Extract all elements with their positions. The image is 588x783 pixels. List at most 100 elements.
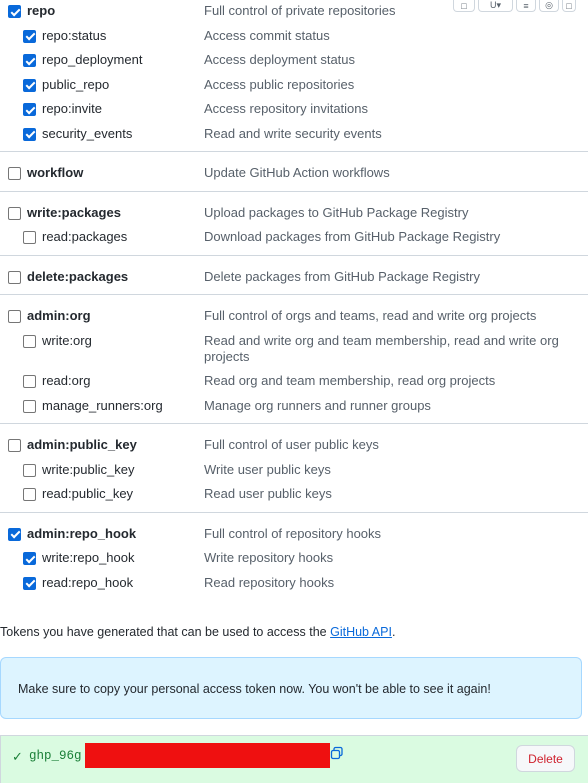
scope-row: read:repo_hook Read repository hooks	[0, 572, 588, 597]
redaction-bar	[85, 743, 330, 768]
scope-name[interactable]: read:org	[42, 373, 90, 388]
scope-description: Full control of private repositories	[204, 3, 396, 18]
scope-group-admin-repo-hook: admin:repo_hook Full control of repositor…	[0, 513, 588, 601]
scope-description: Access repository invitations	[204, 101, 369, 116]
scope-row: write:public_key Write user public keys	[0, 459, 588, 484]
scope-row: admin:repo_hook Full control of repositor…	[0, 523, 588, 548]
scope-name[interactable]: admin:repo_hook	[27, 526, 136, 541]
delete-button[interactable]: Delete	[516, 745, 575, 772]
scope-row: public_repo Access public repositories	[0, 74, 588, 99]
scope-group-delete-packages: delete:packages Delete packages from GitH…	[0, 256, 588, 295]
scope-description: Read repository hooks	[204, 574, 335, 590]
scope-description: Access deployment status	[204, 52, 356, 67]
api-note: Tokens you have generated that can be us…	[0, 625, 395, 639]
scope-row: manage_runners:org Manage org runners and…	[0, 395, 588, 420]
api-note-text: Tokens you have generated that can be us…	[0, 625, 331, 639]
scope-group-admin-org: admin:org Full control of orgs and teams,…	[0, 295, 588, 424]
scope-description: Write repository hooks	[204, 550, 334, 565]
scope-description: Upload packages to GitHub Package Regist…	[204, 204, 469, 220]
scope-description: Full control of user public keys	[204, 437, 379, 452]
scope-name[interactable]: delete:packages	[27, 269, 128, 284]
scope-group-workflow: workflow Update GitHub Action workflows	[0, 152, 588, 192]
scope-name[interactable]: read:packages	[42, 229, 127, 244]
token-row: ✓ ghp_96g Delete	[0, 735, 588, 783]
scope-checkbox[interactable]	[23, 78, 36, 92]
token-value[interactable]: ghp_96g	[29, 749, 82, 763]
scope-group-write-packages: write:packages Upload packages to GitHub …	[0, 192, 588, 256]
scope-checkbox[interactable]	[23, 399, 36, 413]
scope-description: Delete packages from GitHub Package Regi…	[204, 268, 481, 284]
scope-checkbox[interactable]	[8, 439, 21, 452]
github-api-link[interactable]: GitHub API	[330, 625, 392, 639]
scope-description: Read user public keys	[204, 486, 332, 501]
scope-name[interactable]: admin:org	[27, 308, 91, 323]
scope-checkbox[interactable]	[8, 310, 21, 323]
scope-name[interactable]: repo	[27, 3, 55, 18]
copy-icon[interactable]	[330, 746, 344, 760]
scope-name[interactable]: security_events	[42, 126, 132, 141]
scope-checkbox[interactable]	[8, 167, 21, 180]
scope-row: repo_deployment Access deployment status	[0, 49, 588, 74]
scope-row: write:repo_hook Write repository hooks	[0, 547, 588, 572]
scope-checkbox[interactable]	[23, 29, 36, 43]
scope-name[interactable]: write:packages	[27, 205, 121, 220]
scope-description: Access commit status	[204, 27, 330, 43]
scope-checkbox[interactable]	[8, 5, 21, 18]
scope-checkbox[interactable]	[8, 527, 21, 541]
scope-checkbox[interactable]	[23, 231, 36, 244]
scope-description: Update GitHub Action workflows	[204, 165, 390, 180]
scope-name[interactable]: manage_runners:org	[42, 398, 163, 413]
scope-name[interactable]: admin:public_key	[27, 437, 137, 452]
scope-checkbox[interactable]	[23, 576, 36, 590]
scope-checkbox[interactable]	[23, 375, 36, 388]
scope-checkbox[interactable]	[23, 552, 36, 565]
scope-name[interactable]: repo:invite	[42, 101, 102, 116]
scope-description: Read and write security events	[204, 125, 382, 141]
scope-checkbox[interactable]	[8, 270, 21, 284]
api-note-suffix: .	[391, 625, 396, 639]
scope-description: Full control of repository hooks	[204, 525, 382, 541]
scope-row: repo:invite Access repository invitations	[0, 98, 588, 123]
scope-row: write:org Read and write org and team mem…	[0, 330, 588, 371]
scope-row: workflow Update GitHub Action workflows	[0, 162, 588, 187]
scope-row: security_events Read and write security e…	[0, 123, 588, 148]
scope-row: read:packages Download packages from GitH…	[0, 226, 588, 251]
scope-description: Download packages from GitHub Package Re…	[204, 229, 501, 244]
scope-name[interactable]: repo:status	[42, 28, 106, 43]
scope-name[interactable]: read:public_key	[42, 486, 133, 501]
scope-row: admin:public_key Full control of user pub…	[0, 434, 588, 459]
scope-checkbox[interactable]	[23, 463, 36, 477]
scope-name[interactable]: repo_deployment	[42, 52, 142, 67]
scope-row: write:packages Upload packages to GitHub …	[0, 202, 588, 227]
check-icon: ✓	[12, 749, 23, 764]
scope-name[interactable]: write:repo_hook	[42, 550, 135, 565]
scope-checkbox[interactable]	[23, 103, 36, 116]
scope-description: Full control of orgs and teams, read and…	[204, 308, 537, 323]
scopes-list: repo Full control of private repositories…	[0, 0, 588, 612]
scope-checkbox[interactable]	[23, 54, 36, 67]
scope-row: admin:org Full control of orgs and teams,…	[0, 305, 588, 330]
flash-message: Make sure to copy your personal access t…	[18, 682, 491, 696]
scope-row: repo:status Access commit status	[0, 25, 588, 50]
scope-checkbox[interactable]	[23, 127, 36, 141]
scope-description: Access public repositories	[204, 76, 355, 92]
scope-name[interactable]: write:public_key	[42, 462, 135, 477]
scope-row: read:public_key Read user public keys	[0, 483, 588, 508]
scope-group-admin-public-key: admin:public_key Full control of user pub…	[0, 424, 588, 513]
scope-row: read:org Read org and team membership, re…	[0, 370, 588, 395]
scope-name[interactable]: write:org	[42, 333, 92, 348]
scope-checkbox[interactable]	[23, 488, 36, 501]
scope-name[interactable]: public_repo	[42, 77, 109, 92]
flash-notice: Make sure to copy your personal access t…	[0, 657, 582, 719]
scope-description: Read org and team membership, read org p…	[204, 373, 496, 388]
scope-row: delete:packages Delete packages from GitH…	[0, 266, 588, 291]
scope-name[interactable]: workflow	[27, 165, 83, 180]
scope-row: repo Full control of private repositories	[0, 0, 588, 25]
scope-description: Manage org runners and runner groups	[204, 397, 431, 413]
scope-group-repo: repo Full control of private repositories…	[0, 0, 588, 152]
scope-description: Write user public keys	[204, 461, 331, 477]
scope-description: Read and write org and team membership, …	[204, 332, 559, 364]
scope-name[interactable]: read:repo_hook	[42, 575, 133, 590]
scope-checkbox[interactable]	[23, 334, 36, 348]
scope-checkbox[interactable]	[8, 206, 21, 220]
